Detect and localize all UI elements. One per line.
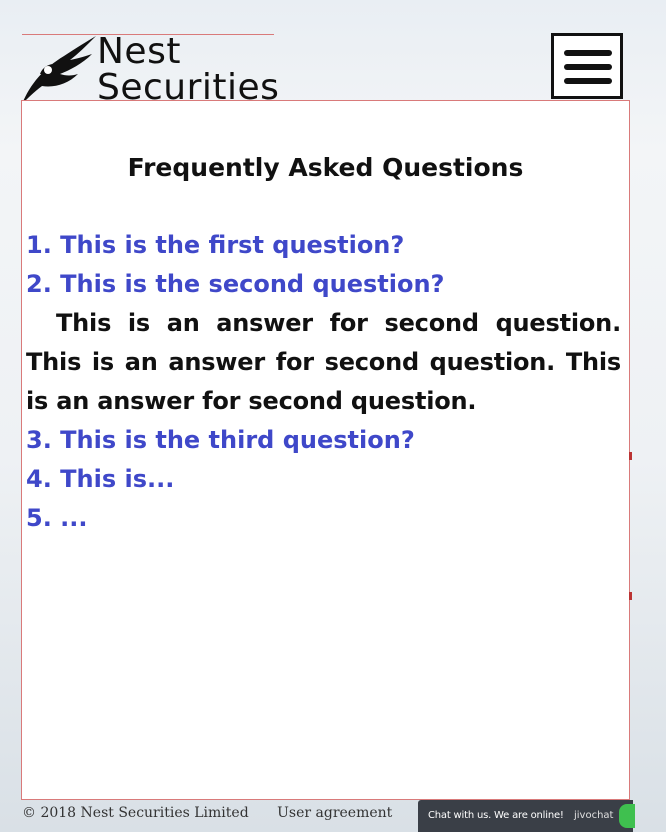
page-title: Frequently Asked Questions: [127, 153, 524, 182]
chat-label: Chat with us. We are online!: [428, 810, 564, 821]
copyright-text: © 2018 Nest Securities Limited: [22, 805, 249, 821]
hamburger-icon-bar: [564, 78, 612, 84]
user-agreement-link[interactable]: User agreement: [277, 805, 392, 821]
menu-button[interactable]: [551, 33, 623, 99]
phoenix-logo-icon: [22, 36, 96, 104]
online-status-icon: [619, 804, 635, 828]
brand-name: Nest Securities: [97, 34, 279, 106]
faq-question-2[interactable]: 2. This is the second question?: [26, 265, 621, 304]
faq-question-4[interactable]: 4. This is...: [26, 460, 621, 499]
chat-brand: jivochat: [574, 810, 614, 821]
faq-answer-2: This is an answer for second question. T…: [26, 309, 621, 415]
chat-widget[interactable]: Chat with us. We are online! jivochat: [418, 800, 635, 832]
edge-marker: [629, 592, 632, 600]
footer: © 2018 Nest Securities Limited User agre…: [22, 805, 392, 821]
faq-question-3[interactable]: 3. This is the third question?: [26, 421, 621, 460]
faq-panel: Frequently Asked Questions 1. This is th…: [21, 100, 630, 800]
brand-line-1: Nest: [97, 31, 181, 72]
faq-question-1[interactable]: 1. This is the first question?: [26, 226, 621, 265]
faq-question-5[interactable]: 5. ...: [26, 499, 621, 538]
faq-list: 1. This is the first question? 2. This i…: [26, 226, 621, 538]
edge-marker: [629, 452, 632, 460]
hamburger-icon-bar: [564, 64, 612, 70]
hamburger-icon-bar: [564, 50, 612, 56]
brand-logo[interactable]: Nest Securities: [20, 34, 295, 106]
